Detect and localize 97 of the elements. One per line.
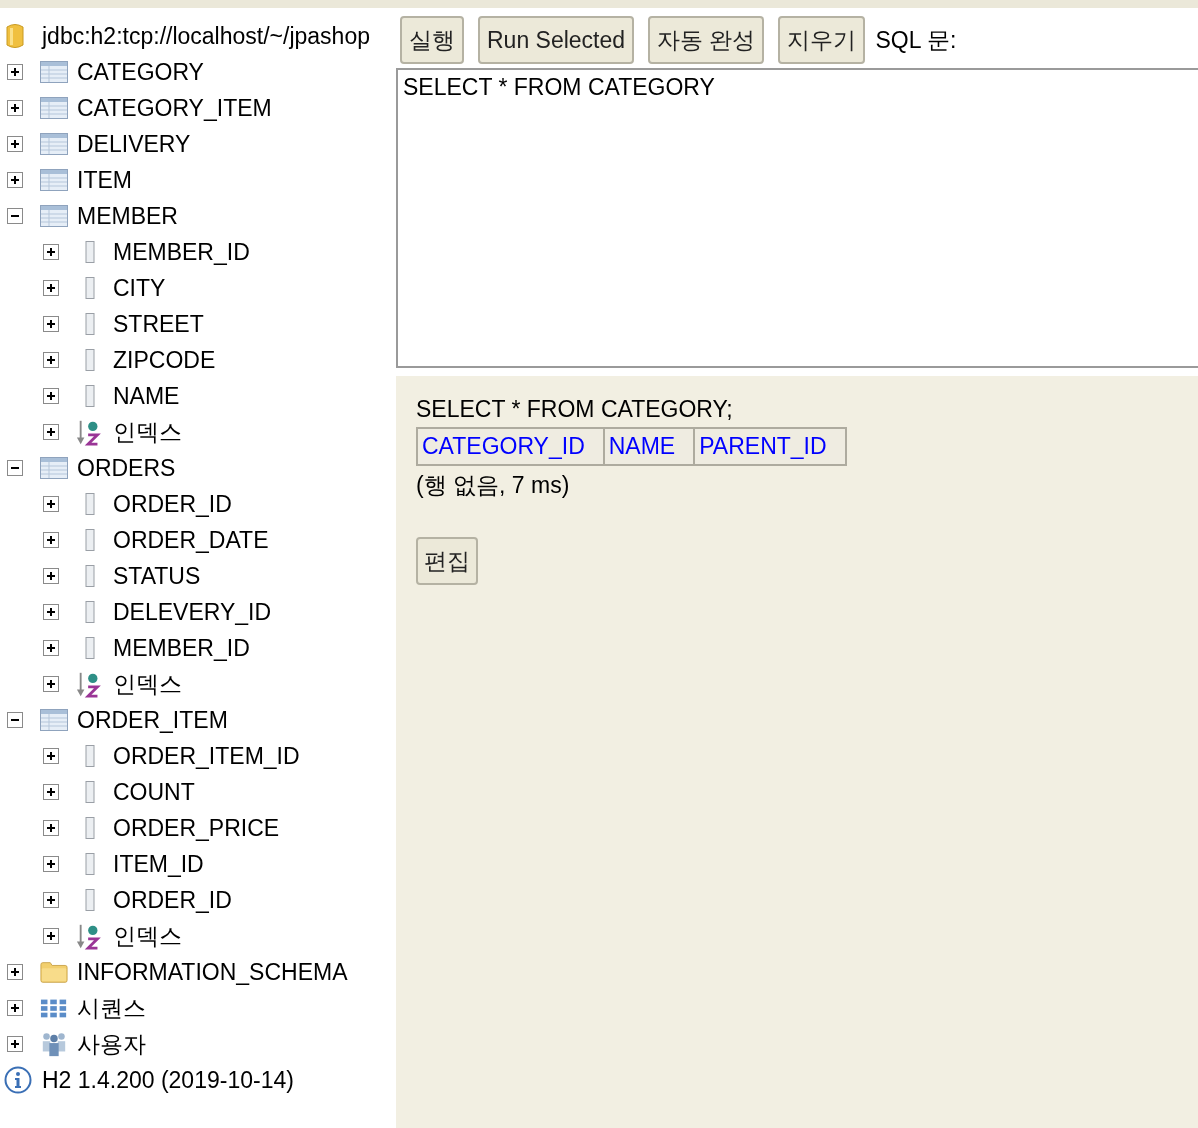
table-icon [40, 97, 68, 119]
column-header[interactable]: CATEGORY_ID [417, 428, 604, 465]
users-icon [40, 1030, 68, 1058]
column-icon [85, 385, 95, 407]
tree-item[interactable]: ORDER_ID [113, 490, 232, 518]
table-icon [40, 61, 68, 83]
column-icon [85, 853, 95, 875]
tree-item[interactable]: ZIPCODE [113, 346, 216, 374]
folder-icon [40, 960, 68, 984]
expand-icon[interactable] [43, 424, 59, 440]
sql-label: SQL 문: [875, 25, 957, 55]
column-icon [85, 277, 95, 299]
toolbar-button[interactable]: 지우기 [778, 16, 866, 64]
toolbar-button[interactable]: 실행 [400, 16, 464, 64]
expand-icon[interactable] [43, 820, 59, 836]
sql-editor[interactable]: SELECT * FROM CATEGORY [396, 68, 1198, 368]
collapse-icon[interactable] [7, 712, 23, 728]
column-icon [85, 313, 95, 335]
tree-item[interactable]: MEMBER [77, 202, 178, 230]
column-icon [85, 565, 95, 587]
column-icon [85, 349, 95, 371]
executed-statement: SELECT * FROM CATEGORY; [416, 396, 733, 423]
expand-icon[interactable] [43, 856, 59, 872]
tree-item[interactable]: 사용자 [77, 1028, 146, 1060]
tree-item[interactable]: CITY [113, 274, 166, 302]
tree-item[interactable]: 인덱스 [113, 668, 182, 700]
tree-item[interactable]: COUNT [113, 778, 195, 806]
tree-item[interactable]: ORDER_PRICE [113, 814, 280, 842]
tree-item[interactable]: ORDER_ITEM [77, 706, 228, 734]
collapse-icon[interactable] [7, 460, 23, 476]
tree-item[interactable]: INFORMATION_SCHEMA [77, 958, 348, 986]
expand-icon[interactable] [43, 676, 59, 692]
expand-icon[interactable] [43, 388, 59, 404]
column-header[interactable]: NAME [603, 428, 695, 465]
tree-item[interactable]: ORDER_ID [113, 886, 232, 914]
tree-item[interactable]: CATEGORY_ITEM [77, 94, 272, 122]
tree-item[interactable]: CATEGORY [77, 58, 204, 86]
column-icon [85, 637, 95, 659]
column-icon [85, 889, 95, 911]
column-icon [85, 493, 95, 515]
expand-icon[interactable] [43, 496, 59, 512]
expand-icon[interactable] [43, 352, 59, 368]
tree-item[interactable]: 시퀀스 [77, 992, 146, 1024]
tree-item[interactable]: ORDER_DATE [113, 526, 269, 554]
info-icon [4, 1066, 32, 1094]
expand-icon[interactable] [43, 280, 59, 296]
database-icon [5, 22, 25, 50]
column-icon [85, 781, 95, 803]
tree-item[interactable]: STATUS [113, 562, 201, 590]
result-status: (행 없음, 7 ms) [416, 471, 570, 500]
column-icon [85, 529, 95, 551]
toolbar-button[interactable]: 자동 완성 [648, 16, 765, 64]
expand-icon[interactable] [43, 316, 59, 332]
tree-item[interactable]: 인덱스 [113, 416, 182, 448]
column-icon [85, 241, 95, 263]
column-icon [85, 817, 95, 839]
expand-icon[interactable] [43, 892, 59, 908]
table-icon [40, 169, 68, 191]
table-icon [40, 709, 68, 731]
tree-item[interactable]: STREET [113, 310, 204, 338]
expand-icon[interactable] [7, 100, 23, 116]
connection-url[interactable]: jdbc:h2:tcp://localhost/~/jpashop [42, 22, 370, 50]
expand-icon[interactable] [43, 640, 59, 656]
column-icon [85, 745, 95, 767]
expand-icon[interactable] [43, 784, 59, 800]
tree-item[interactable]: ORDER_ITEM_ID [113, 742, 300, 770]
expand-icon[interactable] [43, 604, 59, 620]
tree-item[interactable]: MEMBER_ID [113, 238, 250, 266]
edit-button[interactable]: 편집 [416, 537, 478, 585]
tree-item[interactable]: ORDERS [77, 454, 176, 482]
column-header[interactable]: PARENT_ID [694, 428, 846, 465]
tree-item[interactable]: DELIVERY [77, 130, 191, 158]
expand-icon[interactable] [43, 568, 59, 584]
tree-item[interactable]: 인덱스 [113, 920, 182, 952]
expand-icon[interactable] [43, 928, 59, 944]
expand-icon[interactable] [7, 1036, 23, 1052]
tree-item[interactable]: NAME [113, 382, 180, 410]
sequence-icon [40, 997, 68, 1019]
expand-icon[interactable] [7, 136, 23, 152]
tree-item[interactable]: ITEM_ID [113, 850, 204, 878]
table-icon [40, 133, 68, 155]
expand-icon[interactable] [43, 532, 59, 548]
column-icon [85, 601, 95, 623]
toolbar-button[interactable]: Run Selected [478, 16, 635, 64]
expand-icon[interactable] [43, 748, 59, 764]
expand-icon[interactable] [7, 1000, 23, 1016]
collapse-icon[interactable] [7, 208, 23, 224]
expand-icon[interactable] [7, 172, 23, 188]
version-text: H2 1.4.200 (2019-10-14) [42, 1066, 294, 1094]
tree-item[interactable]: DELEVERY_ID [113, 598, 272, 626]
tree-item[interactable]: ITEM [77, 166, 132, 194]
tree-item[interactable]: MEMBER_ID [113, 634, 250, 662]
expand-icon[interactable] [7, 964, 23, 980]
table-icon [40, 205, 68, 227]
table-icon [40, 457, 68, 479]
expand-icon[interactable] [43, 244, 59, 260]
expand-icon[interactable] [7, 64, 23, 80]
